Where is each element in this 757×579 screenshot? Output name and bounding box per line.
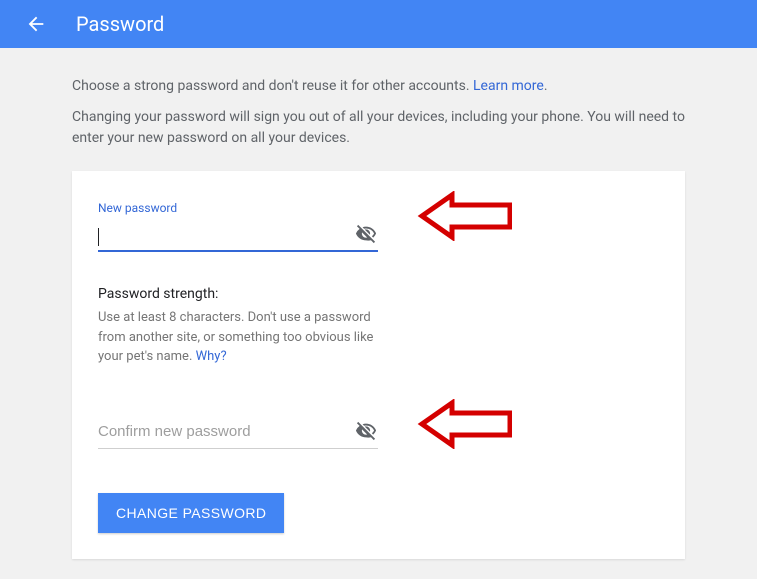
annotation-arrow-icon [382,191,512,241]
arrow-left-icon [25,13,47,35]
text-caret [98,228,99,246]
content-area: Choose a strong password and don't reuse… [0,48,757,579]
password-strength-block: Password strength: Use at least 8 charac… [98,286,398,367]
app-header: Password [0,0,757,48]
eye-off-icon [355,420,377,442]
confirm-password-field [98,415,378,449]
toggle-visibility-confirm[interactable] [354,419,378,443]
password-card: New password Password strength: Use at l… [72,171,685,559]
strength-desc-text: Use at least 8 characters. Don't use a p… [98,310,373,364]
eye-off-icon [355,223,377,245]
new-password-field: New password [98,201,378,252]
page-title: Password [76,12,164,36]
new-password-input[interactable] [98,221,354,246]
back-button[interactable] [20,8,52,40]
intro-line-2: Changing your password will sign you out… [72,107,685,149]
confirm-password-input[interactable] [98,419,354,444]
intro-text-1: Choose a strong password and don't reuse… [72,78,473,94]
strength-title: Password strength: [98,286,398,302]
why-link[interactable]: Why? [196,349,227,364]
new-password-label: New password [98,201,378,215]
intro-line-1: Choose a strong password and don't reuse… [72,76,685,97]
strength-description: Use at least 8 characters. Don't use a p… [98,308,398,367]
confirm-password-row [98,415,378,449]
toggle-visibility-new[interactable] [354,222,378,246]
new-password-row [98,217,378,252]
annotation-arrow-icon [382,399,512,449]
learn-more-link[interactable]: Learn more [473,78,544,94]
change-password-button[interactable]: CHANGE PASSWORD [98,493,284,533]
